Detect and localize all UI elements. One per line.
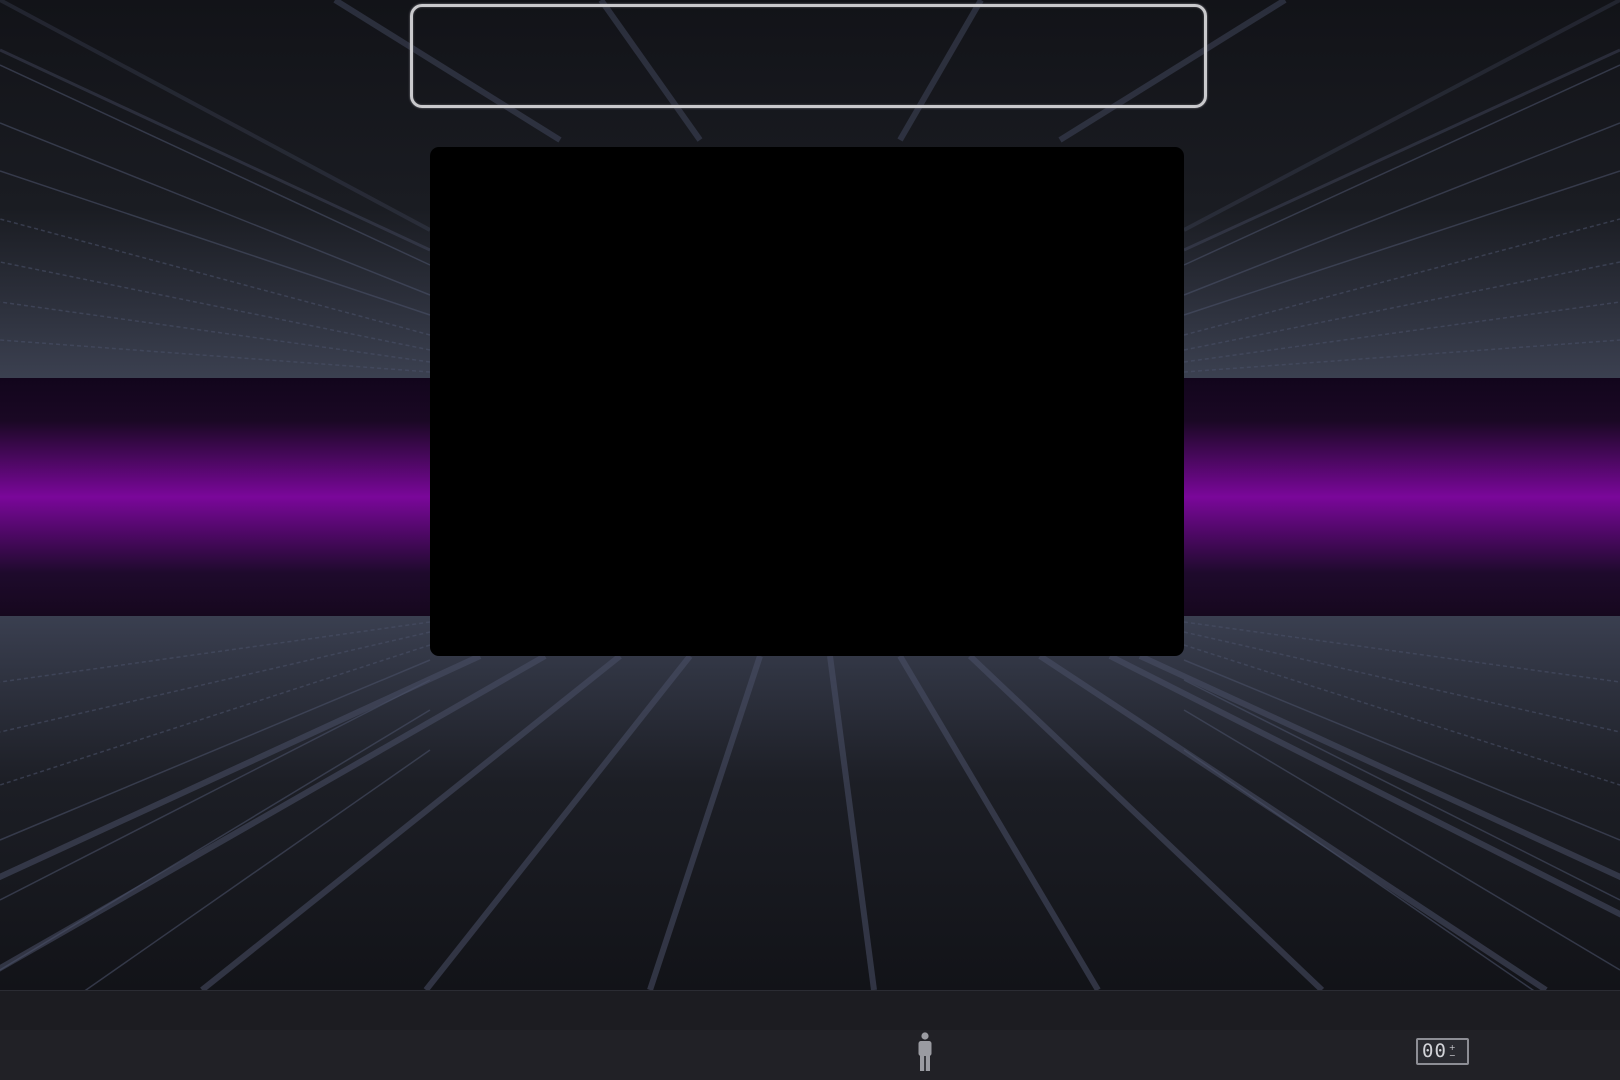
title-frame <box>410 4 1207 108</box>
minus-icon[interactable]: − <box>1449 1051 1456 1060</box>
counter-spinner: + − <box>1449 1043 1456 1060</box>
viewer-button[interactable] <box>912 1031 938 1075</box>
person-icon <box>918 1032 932 1071</box>
counter-value: 00 <box>1422 1040 1447 1062</box>
video-screen[interactable] <box>430 147 1184 656</box>
counter-widget: 00 + − <box>1416 1038 1469 1065</box>
floor-gradient <box>0 616 1620 990</box>
cinema-scene: 00 + − <box>0 0 1620 1080</box>
bottom-bar <box>0 1030 1620 1080</box>
footer-band <box>0 990 1620 1030</box>
